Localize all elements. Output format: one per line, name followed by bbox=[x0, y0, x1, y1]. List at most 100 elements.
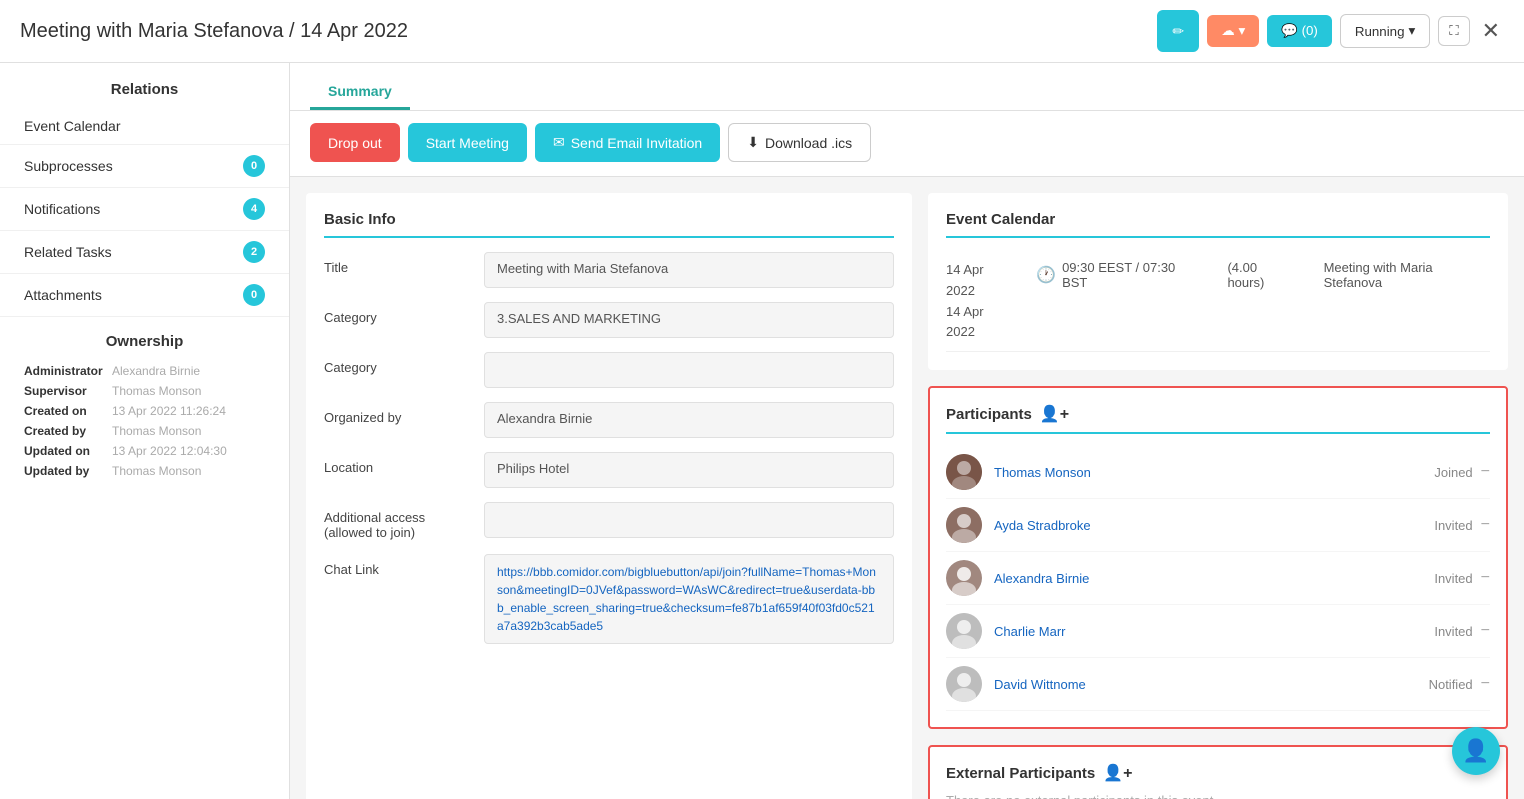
body: Relations Event Calendar Subprocesses 0 … bbox=[0, 63, 1524, 799]
field-location: Location Philips Hotel bbox=[324, 452, 894, 488]
download-icon: ⬇ bbox=[747, 134, 759, 151]
ownership-updated-by: Updated by Thomas Monson bbox=[24, 464, 265, 478]
cloud-chevron-icon: ▾ bbox=[1239, 23, 1246, 39]
ownership-created-by: Created by Thomas Monson bbox=[24, 424, 265, 438]
event-dates: 14 Apr 202214 Apr 2022 bbox=[946, 260, 1014, 343]
sidebar-item-subprocesses[interactable]: Subprocesses 0 bbox=[0, 145, 289, 188]
event-time: 09:30 EEST / 07:30 BST bbox=[1062, 260, 1199, 290]
running-button[interactable]: Running ▾ bbox=[1340, 14, 1430, 48]
main-inner: Summary Drop out Start Meeting ✉ Send Em… bbox=[290, 63, 1524, 799]
field-additional-access: Additional access(allowed to join) bbox=[324, 502, 894, 540]
participant-remove-charlie[interactable]: − bbox=[1481, 622, 1490, 640]
sidebar-item-notifications[interactable]: Notifications 4 bbox=[0, 188, 289, 231]
avatar-charlie bbox=[946, 613, 982, 649]
expand-button[interactable]: ⛶ bbox=[1438, 16, 1469, 46]
participants-section: Participants 👤+ Thomas Monson Joined − bbox=[928, 386, 1508, 729]
relations-title: Relations bbox=[0, 63, 289, 108]
download-ics-button[interactable]: ⬇ Download .ics bbox=[728, 123, 871, 162]
header-actions: ✏ ☁ ▾ 💬 (0) Running ▾ ⛶ ✕ bbox=[1157, 10, 1504, 52]
participant-name-david[interactable]: David Wittnome bbox=[994, 677, 1429, 692]
main-content: Summary Drop out Start Meeting ✉ Send Em… bbox=[290, 63, 1524, 799]
participant-name-thomas[interactable]: Thomas Monson bbox=[994, 465, 1434, 480]
participant-remove-thomas[interactable]: − bbox=[1481, 463, 1490, 481]
comment-icon: 💬 bbox=[1281, 23, 1301, 38]
send-email-button[interactable]: ✉ Send Email Invitation bbox=[535, 123, 720, 162]
event-name: Meeting with Maria Stefanova bbox=[1324, 260, 1490, 290]
participant-name-alexandra[interactable]: Alexandra Birnie bbox=[994, 571, 1434, 586]
action-bar: Drop out Start Meeting ✉ Send Email Invi… bbox=[290, 111, 1524, 177]
dropout-button[interactable]: Drop out bbox=[310, 123, 400, 162]
sidebar-label-related-tasks: Related Tasks bbox=[24, 244, 112, 260]
ownership-updated-on: Updated on 13 Apr 2022 12:04:30 bbox=[24, 444, 265, 458]
sidebar-badge-notifications: 4 bbox=[243, 198, 265, 220]
avatar-david bbox=[946, 666, 982, 702]
field-organized-by: Organized by Alexandra Birnie bbox=[324, 402, 894, 438]
running-label: Running bbox=[1355, 24, 1405, 39]
participant-remove-alexandra[interactable]: − bbox=[1481, 569, 1490, 587]
avatar-alexandra bbox=[946, 560, 982, 596]
participant-david: David Wittnome Notified − bbox=[946, 658, 1490, 711]
cloud-icon: ☁ bbox=[1221, 23, 1234, 39]
participant-status-david: Notified bbox=[1429, 677, 1473, 692]
event-calendar-section: Event Calendar 14 Apr 202214 Apr 2022 🕐 … bbox=[928, 193, 1508, 370]
participant-thomas: Thomas Monson Joined − bbox=[946, 446, 1490, 499]
participant-status-alexandra: Invited bbox=[1434, 571, 1472, 586]
participant-alexandra: Alexandra Birnie Invited − bbox=[946, 552, 1490, 605]
participant-name-ayda[interactable]: Ayda Stradbroke bbox=[994, 518, 1434, 533]
participant-remove-david[interactable]: − bbox=[1481, 675, 1490, 693]
fab-icon: 👤 bbox=[1462, 738, 1489, 764]
edit-button[interactable]: ✏ bbox=[1157, 10, 1199, 52]
field-category-2: Category bbox=[324, 352, 894, 388]
tab-bar: Summary bbox=[290, 63, 1524, 111]
sidebar-label-event-calendar: Event Calendar bbox=[24, 118, 121, 134]
participants-header: Participants 👤+ bbox=[946, 404, 1490, 434]
right-panel: Event Calendar 14 Apr 202214 Apr 2022 🕐 … bbox=[928, 193, 1508, 799]
close-icon: ✕ bbox=[1482, 18, 1500, 43]
sidebar-item-event-calendar[interactable]: Event Calendar bbox=[0, 108, 289, 145]
ownership-section: Ownership Administrator Alexandra Birnie… bbox=[0, 317, 289, 494]
sidebar-label-attachments: Attachments bbox=[24, 287, 102, 303]
ownership-created-on: Created on 13 Apr 2022 11:26:24 bbox=[24, 404, 265, 418]
running-chevron-icon: ▾ bbox=[1409, 23, 1416, 39]
avatar-ayda bbox=[946, 507, 982, 543]
participant-ayda: Ayda Stradbroke Invited − bbox=[946, 499, 1490, 552]
field-title: Title Meeting with Maria Stefanova bbox=[324, 252, 894, 288]
edit-icon: ✏ bbox=[1172, 23, 1184, 40]
add-external-icon[interactable]: 👤+ bbox=[1103, 763, 1132, 783]
add-participant-icon[interactable]: 👤+ bbox=[1040, 404, 1069, 424]
content-grid: Basic Info Title Meeting with Maria Stef… bbox=[290, 177, 1524, 799]
external-participants-header: External Participants 👤+ bbox=[946, 763, 1490, 783]
basic-info-title: Basic Info bbox=[324, 211, 894, 238]
participant-name-charlie[interactable]: Charlie Marr bbox=[994, 624, 1434, 639]
expand-icon: ⛶ bbox=[1449, 23, 1458, 38]
external-participants-empty: There are no external participants in th… bbox=[946, 793, 1213, 799]
participants-title: Participants bbox=[946, 406, 1032, 423]
start-meeting-button[interactable]: Start Meeting bbox=[408, 123, 527, 162]
event-duration: (4.00 hours) bbox=[1227, 260, 1295, 290]
event-row: 14 Apr 202214 Apr 2022 🕐 09:30 EEST / 07… bbox=[946, 252, 1490, 352]
sidebar-item-related-tasks[interactable]: Related Tasks 2 bbox=[0, 231, 289, 274]
close-button[interactable]: ✕ bbox=[1478, 14, 1504, 48]
sidebar-label-subprocesses: Subprocesses bbox=[24, 158, 113, 174]
event-calendar-title: Event Calendar bbox=[946, 211, 1490, 238]
tab-summary[interactable]: Summary bbox=[310, 75, 410, 110]
field-category-1: Category 3.SALES AND MARKETING bbox=[324, 302, 894, 338]
cloud-button[interactable]: ☁ ▾ bbox=[1207, 15, 1259, 47]
sidebar: Relations Event Calendar Subprocesses 0 … bbox=[0, 63, 290, 799]
participant-status-thomas: Joined bbox=[1434, 465, 1472, 480]
external-participants-title: External Participants bbox=[946, 765, 1095, 782]
external-participants-section: External Participants 👤+ There are no ex… bbox=[928, 745, 1508, 799]
app-container: Meeting with Maria Stefanova / 14 Apr 20… bbox=[0, 0, 1524, 799]
ownership-administrator: Administrator Alexandra Birnie bbox=[24, 364, 265, 378]
sidebar-item-attachments[interactable]: Attachments 0 bbox=[0, 274, 289, 317]
comment-button[interactable]: 💬 (0) bbox=[1267, 15, 1332, 47]
header: Meeting with Maria Stefanova / 14 Apr 20… bbox=[0, 0, 1524, 63]
avatar-thomas bbox=[946, 454, 982, 490]
fab-button[interactable]: 👤 bbox=[1452, 727, 1500, 775]
participant-remove-ayda[interactable]: − bbox=[1481, 516, 1490, 534]
participant-charlie: Charlie Marr Invited − bbox=[946, 605, 1490, 658]
participant-status-ayda: Invited bbox=[1434, 518, 1472, 533]
page-title: Meeting with Maria Stefanova / 14 Apr 20… bbox=[20, 20, 408, 43]
sidebar-badge-subprocesses: 0 bbox=[243, 155, 265, 177]
sidebar-badge-related-tasks: 2 bbox=[243, 241, 265, 263]
